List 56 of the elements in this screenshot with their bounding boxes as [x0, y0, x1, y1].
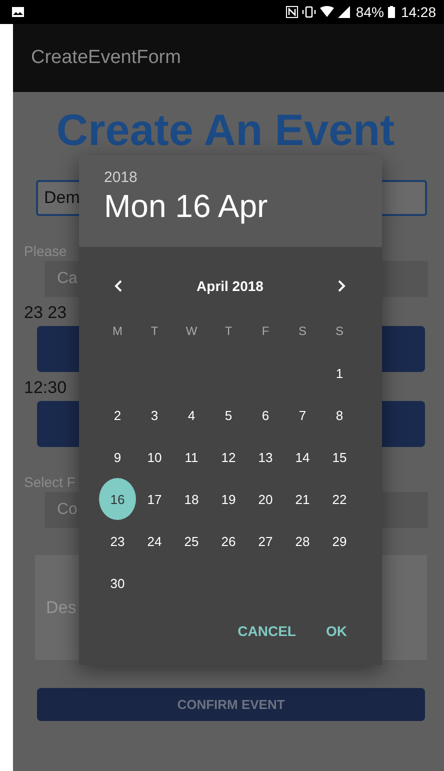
calendar-day[interactable]: 19: [210, 481, 246, 517]
weekday-label: T: [224, 323, 234, 340]
app-title: CreateEventForm: [31, 47, 181, 69]
calendar-day[interactable]: 6: [248, 397, 284, 433]
calendar-day[interactable]: 14: [284, 439, 320, 475]
year-text[interactable]: 2018: [104, 169, 382, 186]
time-text: 12:30: [24, 378, 67, 398]
nfc-icon: [286, 6, 298, 18]
weekday-label: M: [112, 323, 124, 340]
image-icon: [12, 7, 24, 17]
cancel-button[interactable]: CANCEL: [238, 617, 296, 645]
calendar-day[interactable]: 4: [174, 397, 210, 433]
weekday-label: S: [334, 323, 344, 340]
calendar-day[interactable]: 3: [136, 397, 172, 433]
calendar-day[interactable]: 22: [322, 481, 358, 517]
calendar-day[interactable]: 30: [100, 565, 136, 601]
battery-percentage: 84%: [356, 4, 384, 20]
calendar-day[interactable]: 2: [100, 397, 136, 433]
calendar-day[interactable]: 21: [284, 481, 320, 517]
wifi-icon: [320, 6, 334, 18]
calendar-day[interactable]: 5: [210, 397, 246, 433]
calendar-day[interactable]: 7: [284, 397, 320, 433]
calendar-day[interactable]: 10: [136, 439, 172, 475]
calendar-day[interactable]: 17: [136, 481, 172, 517]
date-text: 23 23: [24, 303, 67, 323]
calendar-day[interactable]: 8: [322, 397, 358, 433]
calendar-day[interactable]: 12: [210, 439, 246, 475]
calendar-day[interactable]: 11: [174, 439, 210, 475]
calendar-day[interactable]: 9: [100, 439, 136, 475]
calendar-day[interactable]: 27: [248, 523, 284, 559]
vibrate-icon: [302, 6, 316, 18]
calendar-day[interactable]: 15: [322, 439, 358, 475]
weekday-label: F: [260, 323, 270, 340]
signal-icon: [338, 6, 350, 18]
calendar-day[interactable]: 1: [322, 355, 358, 391]
battery-icon: [388, 6, 395, 18]
calendar-day[interactable]: 29: [322, 523, 358, 559]
calendar-day[interactable]: 25: [174, 523, 210, 559]
previous-month-icon[interactable]: [114, 280, 122, 292]
selected-date-text[interactable]: Mon 16 Apr: [104, 188, 382, 225]
ok-button[interactable]: OK: [326, 617, 347, 645]
calendar-day[interactable]: 20: [248, 481, 284, 517]
calendar-day[interactable]: 24: [136, 523, 172, 559]
calendar-day[interactable]: 13: [248, 439, 284, 475]
calendar-day[interactable]: 28: [284, 523, 320, 559]
month-title: April 2018: [196, 278, 264, 294]
weekday-label: T: [150, 323, 160, 340]
weekday-label: W: [184, 323, 198, 340]
calendar-day[interactable]: 23: [100, 523, 136, 559]
selected-day[interactable]: 16: [99, 478, 136, 520]
form-heading: Create An Event: [55, 106, 396, 156]
calendar-day[interactable]: 18: [174, 481, 210, 517]
calendar-day[interactable]: 26: [210, 523, 246, 559]
clock-time: 14:28: [400, 4, 436, 20]
next-month-icon[interactable]: [338, 280, 346, 292]
weekday-label: S: [297, 323, 308, 340]
